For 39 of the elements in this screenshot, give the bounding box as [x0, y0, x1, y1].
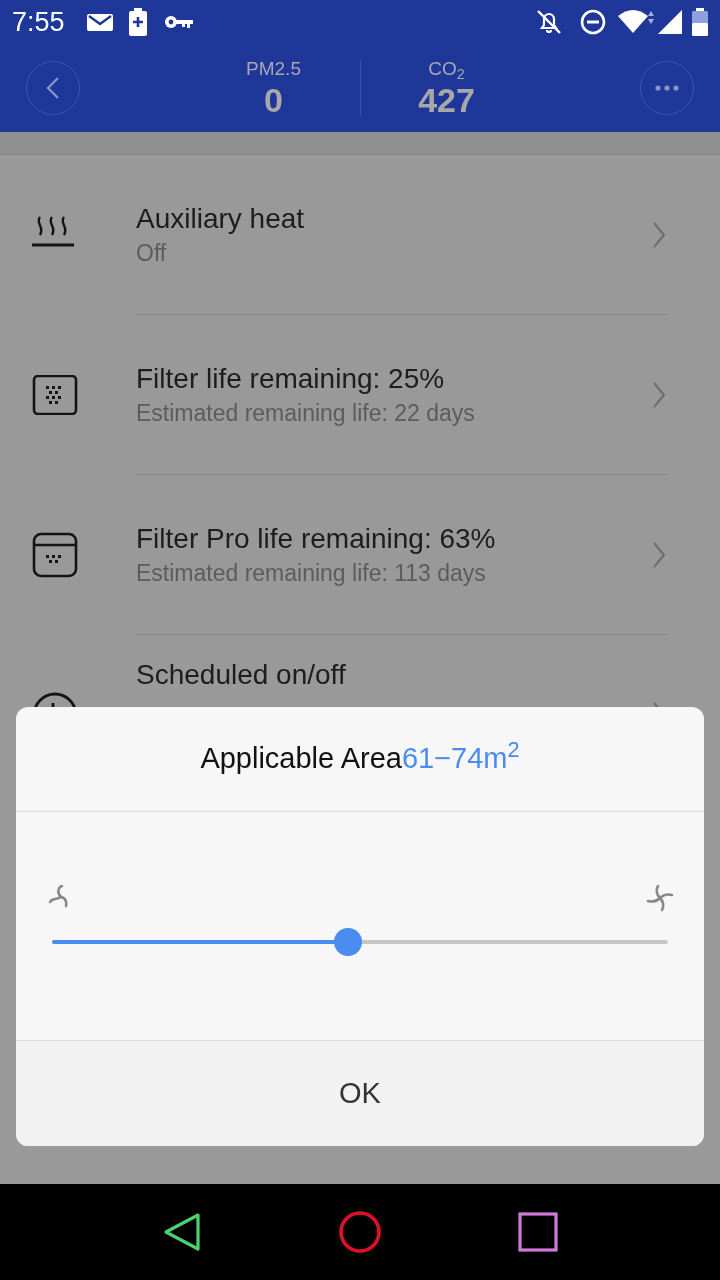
chevron-right-icon [652, 381, 666, 409]
recents-nav-button[interactable] [518, 1212, 558, 1252]
slider-thumb[interactable] [333, 928, 362, 956]
key-icon [164, 15, 193, 29]
setting-title: Filter life remaining: 25% [136, 362, 446, 396]
metric-value: 0 [264, 81, 283, 119]
metric-label: PM2.5 [246, 57, 301, 81]
do-not-disturb-icon [580, 9, 606, 35]
metric-value: 427 [418, 81, 475, 119]
setting-title: Auxiliary heat [136, 202, 306, 236]
back-nav-button[interactable] [162, 1212, 202, 1252]
wifi-icon [618, 9, 654, 35]
square-icon [518, 1212, 558, 1252]
home-nav-button[interactable] [338, 1210, 382, 1254]
ok-button[interactable]: OK [16, 1040, 704, 1146]
fan-high-icon [646, 884, 674, 912]
more-icon [655, 85, 679, 91]
area-range: 61−74m$^{2}$ [401, 737, 520, 777]
battery-charging-icon [128, 8, 147, 36]
filter-icon [32, 375, 78, 415]
back-icon [46, 76, 60, 100]
mail-icon [86, 12, 113, 32]
dialog-title: Applicable Area [200, 741, 402, 777]
setting-subtitle: Off [136, 239, 168, 268]
slider[interactable] [52, 928, 668, 956]
chevron-right-icon [652, 221, 666, 249]
setting-subtitle: Estimated remaining life: 22 days [136, 399, 476, 428]
setting-title: Filter Pro life remaining: 63% [136, 522, 497, 556]
clock-time: 7:55 [12, 5, 65, 39]
setting-subtitle: Estimated remaining life: 113 days [136, 559, 487, 588]
triangle-icon [162, 1212, 202, 1252]
circle-icon [338, 1210, 382, 1254]
filter-icon [32, 532, 78, 578]
chevron-right-icon [652, 541, 666, 569]
bell-muted-icon [536, 9, 562, 35]
battery-icon [692, 8, 708, 36]
setting-title: Scheduled on/off [136, 658, 347, 692]
metric-label: CO$_{2}$ [428, 57, 465, 81]
signal-icon [658, 10, 682, 34]
